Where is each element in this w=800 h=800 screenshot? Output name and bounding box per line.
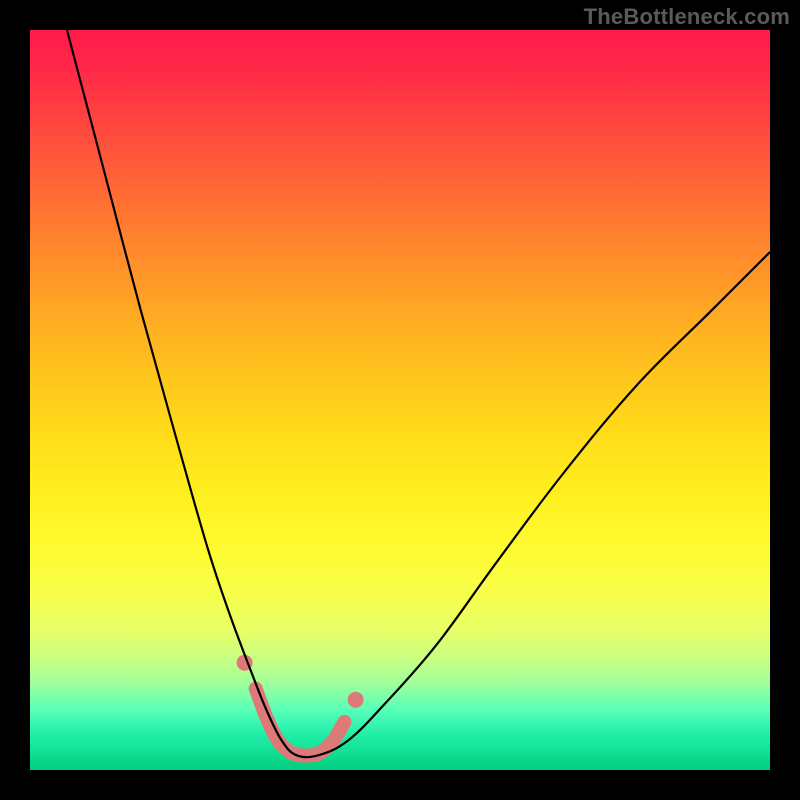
chart-frame: TheBottleneck.com [0,0,800,800]
plot-area [30,30,770,770]
chart-svg [30,30,770,770]
bottleneck-curve [67,30,770,757]
watermark-text: TheBottleneck.com [584,4,790,30]
optimal-range-band [256,689,345,756]
valley-marker-group [237,655,364,756]
optimal-range-dot-right [348,692,364,708]
